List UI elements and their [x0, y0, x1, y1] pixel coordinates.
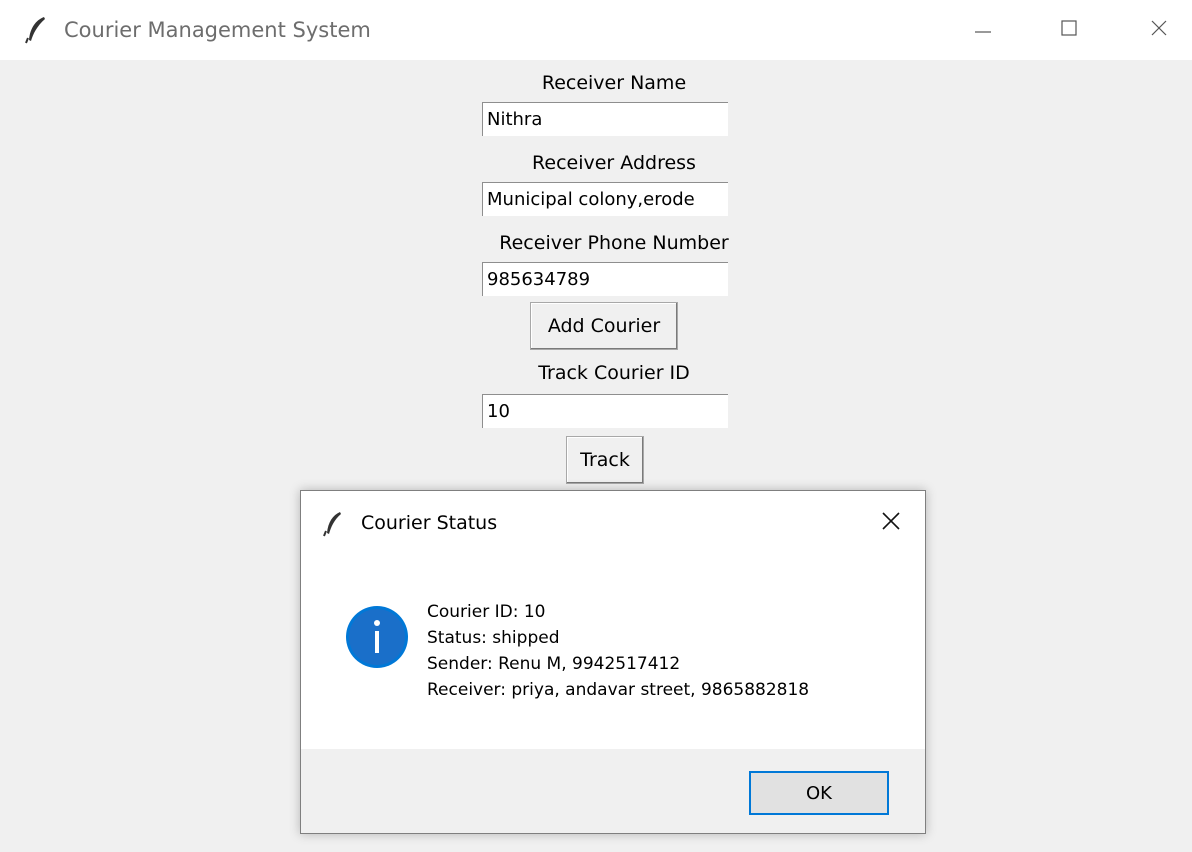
- info-icon: [345, 605, 409, 669]
- add-courier-button[interactable]: Add Courier: [530, 302, 678, 350]
- dialog-footer: OK: [301, 749, 925, 833]
- maximize-button[interactable]: [1046, 10, 1092, 50]
- feather-icon: [323, 511, 343, 537]
- sender-line: Sender: Renu M, 9942517412: [427, 654, 681, 674]
- dialog-message: Courier ID: 10 Status: shipped Sender: R…: [427, 599, 809, 703]
- dialog-title: Courier Status: [361, 512, 498, 534]
- receiver-line: Receiver: priya, andavar street, 9865882…: [427, 680, 810, 700]
- dialog-close-button[interactable]: [877, 509, 905, 537]
- window-title: Courier Management System: [64, 18, 371, 42]
- main-window: Courier Management System Receiver Name …: [0, 0, 1192, 852]
- receiver-name-label: Receiver Name: [541, 72, 687, 94]
- receiver-phone-input[interactable]: [482, 262, 728, 296]
- receiver-address-label: Receiver Address: [532, 152, 696, 174]
- courier-status-dialog: Courier Status Courier ID: 10 Status: sh…: [300, 490, 926, 834]
- receiver-phone-label: Receiver Phone Number: [499, 232, 729, 254]
- courier-id-line: Courier ID: 10: [427, 602, 546, 622]
- close-button[interactable]: [1136, 10, 1182, 50]
- title-bar[interactable]: Courier Management System: [0, 0, 1192, 60]
- close-icon: [1149, 18, 1169, 42]
- close-icon: [880, 510, 902, 536]
- minimize-icon: [973, 18, 993, 42]
- receiver-name-input[interactable]: [482, 102, 728, 136]
- minimize-button[interactable]: [960, 10, 1006, 50]
- ok-button[interactable]: OK: [749, 771, 889, 815]
- feather-icon: [24, 16, 48, 44]
- track-courier-id-input[interactable]: [482, 394, 728, 428]
- status-line: Status: shipped: [427, 628, 560, 648]
- receiver-address-input[interactable]: [482, 182, 728, 216]
- maximize-icon: [1059, 18, 1079, 42]
- track-button[interactable]: Track: [566, 436, 644, 484]
- track-courier-id-label: Track Courier ID: [538, 362, 690, 384]
